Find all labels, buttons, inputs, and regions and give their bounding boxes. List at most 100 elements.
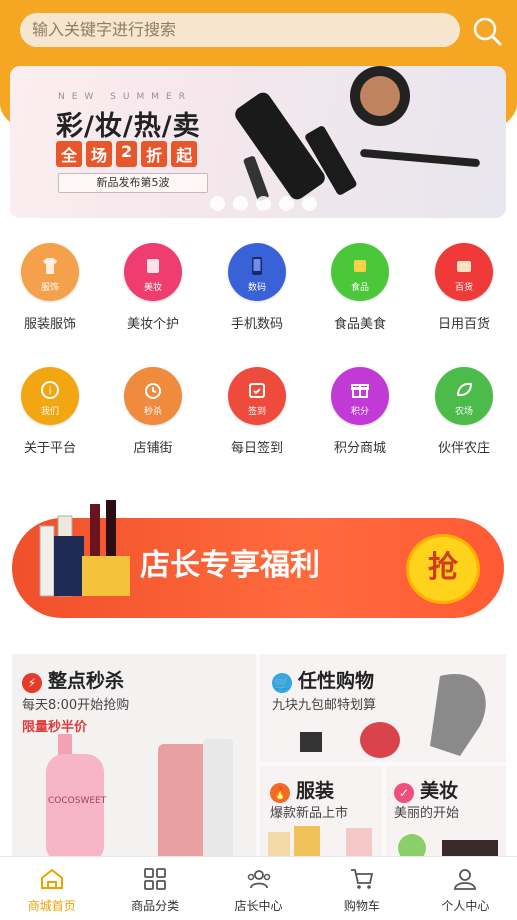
banner-promo-char: 起	[171, 141, 198, 167]
category-item-clothing[interactable]: 服饰 服装服饰	[0, 243, 100, 332]
bottom-navigation: 商城首页 商品分类 店长中心 购物车 个人中心	[0, 856, 517, 920]
nav-home[interactable]: 商城首页	[0, 857, 103, 920]
beauty-title: 美妆	[420, 780, 459, 802]
service-label: 每日签到	[230, 441, 283, 456]
nav-label: 购物车	[343, 899, 380, 913]
service-label: 关于平台	[23, 441, 76, 456]
service-item-checkin[interactable]: 签到 每日签到	[207, 367, 307, 456]
service-item-points[interactable]: 积分 积分商城	[310, 367, 410, 456]
svg-text:i: i	[48, 384, 51, 397]
nav-label: 个人中心	[441, 899, 490, 913]
banner-title: 彩/妆/热/卖	[56, 111, 201, 142]
banner-promo: 全 场 2 折 起	[56, 141, 198, 167]
banner-release-label: 新品发布第5波	[58, 173, 208, 193]
check-icon: ✓	[394, 782, 414, 803]
flash-sale-panel[interactable]: ⚡ 整点秒杀 每天8:00开始抢购 限量秒半价 COCOSWEET	[12, 654, 256, 864]
category-label: 美妆个护	[126, 317, 179, 332]
team-icon	[247, 870, 270, 889]
service-tag: 秒杀	[143, 407, 162, 417]
nav-label: 店长中心	[234, 899, 283, 913]
lightning-icon: ⚡	[22, 672, 42, 693]
category-icon	[144, 868, 167, 890]
nav-manager[interactable]: 店长中心	[207, 857, 310, 920]
clock-icon: 秒杀	[124, 367, 182, 425]
category-tag: 百货	[454, 283, 473, 293]
food-icon: 食品	[331, 243, 389, 301]
cart-icon	[350, 869, 374, 889]
banner-subtitle: NEW SUMMER	[58, 92, 192, 102]
service-tag: 我们	[40, 407, 59, 417]
category-tag: 美妆	[143, 283, 162, 293]
flash-sale-brand: COCOSWEET	[48, 796, 107, 806]
info-icon: i 我们	[21, 367, 79, 425]
banner-promo-char: 2	[116, 141, 138, 167]
beauty-panel[interactable]: ✓ 美妆 美丽的开始	[386, 766, 506, 864]
pagination-dot[interactable]	[256, 196, 271, 211]
category-item-digital[interactable]: 数码 手机数码	[207, 243, 307, 332]
banner-promo-char: 全	[56, 141, 83, 167]
phone-icon: 数码	[228, 243, 286, 301]
flash-sale-header: ⚡ 整点秒杀	[22, 666, 124, 693]
beauty-desc: 美丽的开始	[394, 806, 460, 821]
category-tag: 数码	[247, 283, 266, 293]
grab-button[interactable]: 抢	[406, 534, 480, 604]
clothing-desc: 爆款新品上市	[270, 806, 349, 821]
gift-products-illustration	[39, 500, 130, 597]
store-manager-promo-banner[interactable]: 店长专享福利 抢	[12, 500, 504, 618]
promo-banner-text: 店长专享福利	[140, 548, 320, 583]
flash-sale-title: 整点秒杀	[48, 670, 125, 692]
category-tag: 服饰	[40, 283, 59, 293]
category-tag: 食品	[350, 283, 369, 293]
banner-pagination[interactable]	[210, 196, 317, 211]
service-item-farm[interactable]: 农场 伙伴农庄	[414, 367, 514, 456]
service-label: 店铺街	[133, 441, 173, 456]
category-label: 手机数码	[230, 317, 283, 332]
search-placeholder: 输入关键字进行搜索	[32, 20, 177, 39]
home-icon	[40, 868, 63, 889]
service-label: 积分商城	[333, 441, 386, 456]
any-buy-panel[interactable]: 🛒 任性购物 九块九包邮特划算	[260, 654, 506, 762]
leaf-icon: 农场	[435, 367, 493, 425]
nav-label: 商品分类	[131, 899, 180, 913]
gift-icon: 积分	[331, 367, 389, 425]
banner-promo-char: 折	[141, 141, 168, 167]
service-tag: 农场	[454, 407, 473, 417]
banner-promo-char: 场	[86, 141, 113, 167]
service-item-about[interactable]: i 我们 关于平台	[0, 367, 100, 456]
product-section: ⚡ 整点秒杀 每天8:00开始抢购 限量秒半价 COCOSWEET 🛒 任性购物 九…	[12, 654, 506, 864]
category-label: 服装服饰	[23, 317, 76, 332]
hero-banner[interactable]: NEW SUMMER 彩/妆/热/卖 全 场 2 折 起 新品发布第5波	[10, 66, 506, 218]
search-icon[interactable]	[470, 14, 504, 48]
clothing-header: 🔥 服装	[270, 776, 334, 803]
flash-sale-tag: 限量秒半价	[22, 720, 88, 735]
user-icon	[454, 869, 477, 890]
clothing-panel[interactable]: 🔥 服装 爆款新品上市	[260, 766, 382, 864]
pagination-dot[interactable]	[210, 196, 225, 211]
nav-cart[interactable]: 购物车	[310, 857, 413, 920]
service-item-shops[interactable]: 秒杀 店铺街	[103, 367, 203, 456]
category-item-goods[interactable]: 百货 日用百货	[414, 243, 514, 332]
goods-icon: 百货	[435, 243, 493, 301]
clothing-title: 服装	[296, 780, 335, 802]
flash-sale-desc: 每天8:00开始抢购	[22, 698, 130, 713]
calendar-icon: 签到	[228, 367, 286, 425]
any-buy-products-illustration	[300, 674, 486, 758]
category-label: 日用百货	[437, 317, 490, 332]
makeup-icon: 美妆	[124, 243, 182, 301]
pagination-dot[interactable]	[279, 196, 294, 211]
category-item-food[interactable]: 食品 食品美食	[310, 243, 410, 332]
category-item-makeup[interactable]: 美妆 美妆个护	[103, 243, 203, 332]
service-tag: 积分	[350, 407, 369, 417]
fire-icon: 🔥	[270, 782, 290, 803]
clothes-icon: 服饰	[21, 243, 79, 301]
pagination-dot[interactable]	[233, 196, 248, 211]
category-label: 食品美食	[333, 317, 386, 332]
beauty-header: ✓ 美妆	[394, 776, 458, 803]
search-input[interactable]: 输入关键字进行搜索	[20, 13, 460, 47]
service-tag: 签到	[247, 407, 266, 417]
pagination-dot[interactable]	[302, 196, 317, 211]
service-label: 伙伴农庄	[437, 441, 490, 456]
nav-category[interactable]: 商品分类	[103, 857, 206, 920]
nav-label: 商城首页	[27, 899, 76, 913]
nav-profile[interactable]: 个人中心	[414, 857, 517, 920]
